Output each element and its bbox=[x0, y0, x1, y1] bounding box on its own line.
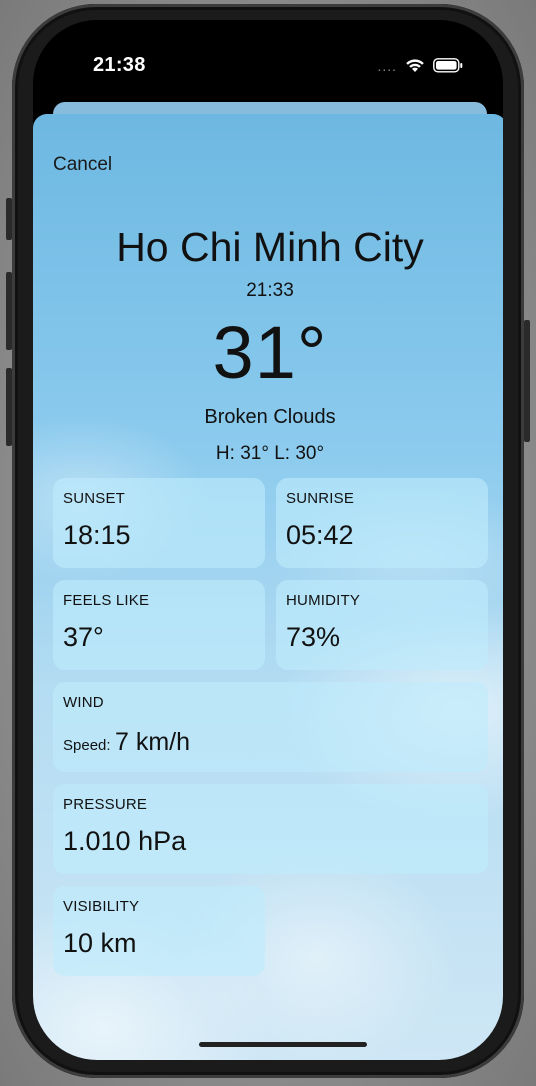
wind-speed-prefix: Speed: bbox=[63, 737, 111, 754]
humidity-value: 73% bbox=[286, 622, 341, 652]
feels-like-label: FEELS LIKE bbox=[63, 592, 150, 609]
cellular-signal-icon: .... bbox=[377, 58, 397, 74]
pressure-card: PRESSURE 1.010 hPa bbox=[53, 784, 488, 874]
power-button bbox=[524, 320, 530, 442]
visibility-card: VISIBILITY 10 km bbox=[53, 886, 265, 976]
wind-speed: Speed: 7 km/h bbox=[63, 728, 190, 757]
high-low-temperature: H: 31° L: 30° bbox=[215, 443, 325, 464]
wind-speed-value: 7 km/h bbox=[115, 728, 191, 756]
battery-icon bbox=[433, 57, 463, 73]
sunrise-label: SUNRISE bbox=[286, 490, 355, 507]
device-frame-background: 21:38 .... Cancel Ho Chi Minh City 21:33… bbox=[0, 0, 536, 1086]
pressure-value: 1.010 hPa bbox=[63, 826, 187, 856]
sunrise-value: 05:42 bbox=[286, 520, 354, 550]
wifi-icon bbox=[405, 58, 425, 73]
sunset-label: SUNSET bbox=[63, 490, 126, 507]
cancel-button[interactable]: Cancel bbox=[53, 154, 112, 176]
humidity-label: HUMIDITY bbox=[286, 592, 361, 609]
pressure-label: PRESSURE bbox=[63, 796, 148, 813]
feels-like-value: 37° bbox=[63, 622, 104, 652]
visibility-value: 10 km bbox=[63, 928, 137, 958]
screen: 21:38 .... Cancel Ho Chi Minh City 21:33… bbox=[33, 20, 503, 1060]
status-bar-time: 21:38 bbox=[93, 54, 146, 76]
sunset-card: SUNSET 18:15 bbox=[53, 478, 265, 568]
sunset-value: 18:15 bbox=[63, 520, 131, 550]
wind-label: WIND bbox=[63, 694, 104, 711]
weather-detail-sheet: Cancel Ho Chi Minh City 21:33 31° Broken… bbox=[33, 114, 503, 1060]
home-indicator[interactable] bbox=[199, 1042, 367, 1047]
city-name: Ho Chi Minh City bbox=[116, 224, 424, 270]
status-bar-indicators: .... bbox=[377, 56, 463, 74]
weather-description: Broken Clouds bbox=[204, 406, 336, 428]
humidity-card: HUMIDITY 73% bbox=[276, 580, 488, 670]
phone-body: 21:38 .... Cancel Ho Chi Minh City 21:33… bbox=[12, 4, 524, 1078]
local-time: 21:33 bbox=[246, 280, 294, 301]
feels-like-card: FEELS LIKE 37° bbox=[53, 580, 265, 670]
sunrise-card: SUNRISE 05:42 bbox=[276, 478, 488, 568]
wind-card: WIND Speed: 7 km/h bbox=[53, 682, 488, 772]
current-temperature: 31° bbox=[212, 311, 328, 394]
visibility-label: VISIBILITY bbox=[63, 898, 140, 915]
